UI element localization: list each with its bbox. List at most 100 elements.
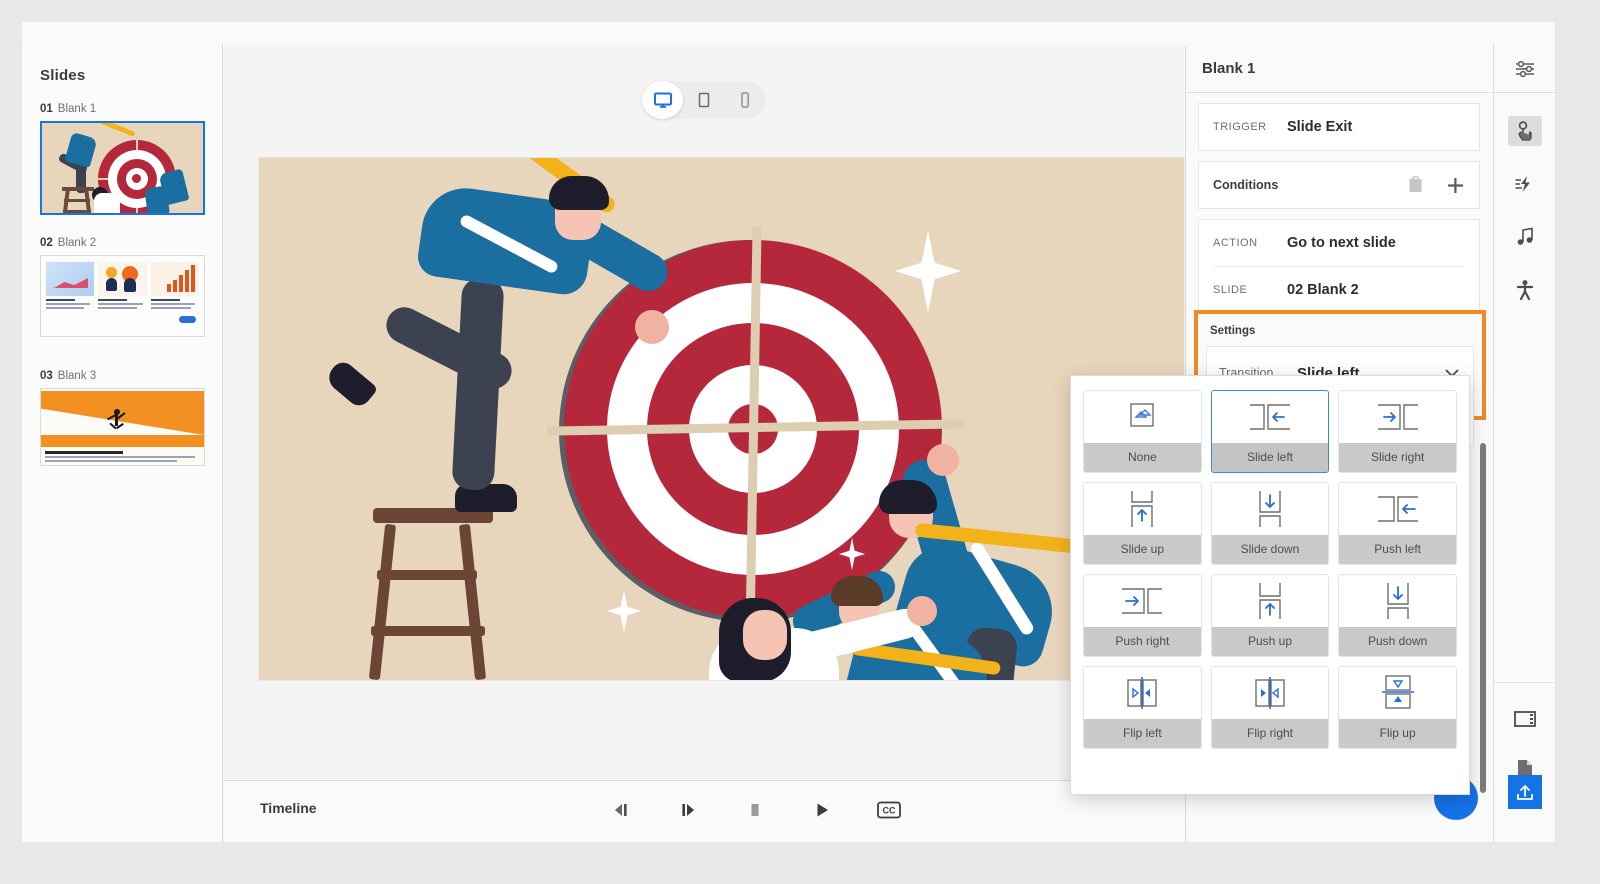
slide-value[interactable]: 02 Blank 2 — [1287, 282, 1359, 298]
transition-slide-up-icon — [1084, 483, 1201, 535]
transition-option-slide-down[interactable]: Slide down — [1210, 482, 1330, 565]
transition-slide-down-icon — [1211, 483, 1329, 535]
action-card: ACTION Go to next slide SLIDE 02 Blank 2 — [1198, 219, 1480, 314]
timeline-controls: CC — [606, 795, 904, 825]
transition-slide-right-icon — [1339, 391, 1456, 443]
layout-panel-icon[interactable] — [1494, 695, 1555, 742]
slide-name: Blank 3 — [57, 370, 97, 382]
slides-panel: Slides 01 Blank 1 02 Blank 2 03 Blank 3 — [22, 45, 223, 842]
transition-option-label: Push right — [1084, 627, 1201, 656]
action-row[interactable]: ACTION Go to next slide — [1199, 220, 1479, 266]
slide-number: 01 — [40, 103, 53, 115]
transition-option-label: Push up — [1211, 627, 1329, 656]
device-preview-toggle — [642, 81, 766, 119]
action-value[interactable]: Go to next slide — [1287, 235, 1396, 251]
transition-option-push-up[interactable]: Push up — [1210, 574, 1330, 657]
transition-push-right-icon — [1084, 575, 1201, 627]
slide-label: SLIDE — [1213, 284, 1248, 296]
transition-option-slide-left[interactable]: Slide left — [1210, 390, 1330, 473]
accessibility-icon[interactable] — [1494, 266, 1555, 313]
stop-icon[interactable] — [740, 795, 770, 825]
right-icon-rail — [1493, 45, 1555, 842]
slide-canvas[interactable] — [259, 158, 1184, 680]
conditions-card: Conditions — [1198, 161, 1480, 209]
transition-options-dropdown[interactable]: None Slide left Slide right Slide up Sli… — [1070, 375, 1470, 795]
transition-option-label: Slide up — [1084, 535, 1201, 564]
divider — [1494, 682, 1555, 683]
sparkle-decoration — [607, 590, 641, 632]
transition-option-none[interactable]: None — [1083, 390, 1202, 473]
transition-option-slide-up[interactable]: Slide up — [1083, 482, 1202, 565]
slide-thumbnail-3[interactable] — [40, 388, 205, 466]
audio-music-icon[interactable] — [1494, 213, 1555, 260]
slide-name: Blank 2 — [57, 237, 97, 249]
slide-thumbnail-2[interactable] — [40, 255, 205, 337]
settings-label: Settings — [1210, 325, 1256, 337]
transition-option-slide-right[interactable]: Slide right — [1338, 390, 1457, 473]
transition-flip-right-icon — [1211, 667, 1329, 719]
clipboard-icon[interactable] — [1407, 176, 1424, 194]
properties-scrollbar[interactable] — [1480, 443, 1486, 793]
slide-name: Blank 1 — [57, 103, 97, 115]
sparkle-decoration — [895, 230, 961, 312]
divider — [1494, 92, 1555, 93]
stage-area: Timeline CC — [224, 45, 1184, 842]
slide-item-3[interactable]: 03 Blank 3 — [40, 370, 207, 466]
trigger-label: TRIGGER — [1213, 121, 1267, 133]
publish-upload-icon[interactable] — [1508, 775, 1542, 809]
timeline-bar: Timeline CC — [224, 780, 1184, 842]
application-window: Slides 01 Blank 1 02 Blank 2 03 Blank 3 … — [22, 22, 1555, 842]
interactions-hand-icon[interactable] — [1494, 107, 1555, 154]
slide-number: 03 — [40, 370, 53, 382]
transition-option-push-right[interactable]: Push right — [1083, 574, 1202, 657]
svg-text:CC: CC — [883, 805, 896, 815]
slide-row[interactable]: SLIDE 02 Blank 2 — [1199, 267, 1479, 313]
page-title: Blank 1 — [1202, 60, 1256, 77]
tablet-icon[interactable] — [683, 81, 724, 119]
slide-item-label: 01 Blank 1 — [40, 103, 207, 115]
transition-options-grid: None Slide left Slide right Slide up Sli… — [1083, 390, 1457, 749]
closed-caption-icon[interactable]: CC — [874, 795, 904, 825]
transition-option-label: Slide right — [1339, 443, 1456, 472]
transition-option-label: None — [1084, 443, 1201, 472]
transition-option-push-left[interactable]: Push left — [1338, 482, 1457, 565]
action-label: ACTION — [1213, 237, 1258, 249]
slide-number: 02 — [40, 237, 53, 249]
trigger-card[interactable]: TRIGGER Slide Exit — [1198, 103, 1480, 151]
slide-thumbnail-1[interactable] — [40, 121, 205, 215]
plus-icon[interactable] — [1446, 176, 1465, 195]
transition-option-label: Flip right — [1211, 719, 1329, 748]
transition-option-label: Push left — [1339, 535, 1456, 564]
mobile-icon[interactable] — [724, 81, 765, 119]
transition-option-flip-left[interactable]: Flip left — [1083, 666, 1202, 749]
transition-none-icon — [1084, 391, 1201, 443]
timeline-label: Timeline — [260, 800, 317, 816]
slide-item-1[interactable]: 01 Blank 1 — [40, 103, 207, 215]
transition-option-label: Slide down — [1211, 535, 1329, 564]
transition-option-push-down[interactable]: Push down — [1338, 574, 1457, 657]
transition-push-left-icon — [1339, 483, 1456, 535]
slide-item-2[interactable]: 02 Blank 2 — [40, 237, 207, 337]
transition-option-label: Flip left — [1084, 719, 1201, 748]
transition-slide-left-icon — [1211, 391, 1329, 443]
transition-flip-left-icon — [1084, 667, 1201, 719]
transition-push-up-icon — [1211, 575, 1329, 627]
transition-flip-up-icon — [1339, 667, 1456, 719]
transition-option-flip-up[interactable]: Flip up — [1338, 666, 1457, 749]
transition-option-label: Slide left — [1211, 443, 1329, 472]
trigger-value[interactable]: Slide Exit — [1287, 119, 1352, 135]
desktop-icon[interactable] — [642, 81, 683, 119]
properties-header: Blank 1 — [1186, 45, 1492, 93]
play-icon[interactable] — [807, 795, 837, 825]
properties-sliders-icon[interactable] — [1494, 45, 1555, 92]
step-back-icon[interactable] — [606, 795, 636, 825]
transition-option-label: Push down — [1339, 627, 1456, 656]
transition-option-flip-right[interactable]: Flip right — [1210, 666, 1330, 749]
animation-bolt-icon[interactable] — [1494, 160, 1555, 207]
slide-item-label: 03 Blank 3 — [40, 370, 207, 382]
transition-option-label: Flip up — [1339, 719, 1456, 748]
slide-item-label: 02 Blank 2 — [40, 237, 207, 249]
step-forward-icon[interactable] — [673, 795, 703, 825]
slides-panel-title: Slides — [40, 67, 86, 84]
conditions-label: Conditions — [1213, 178, 1279, 192]
